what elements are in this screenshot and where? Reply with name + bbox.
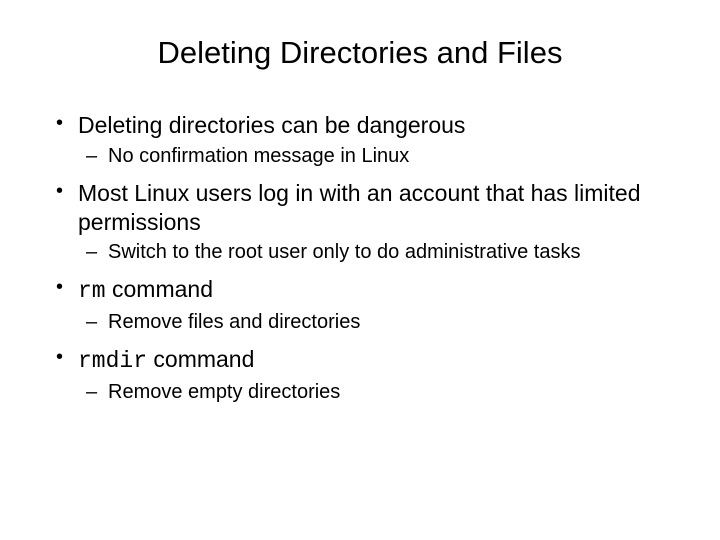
bullet-text: command [106, 276, 213, 302]
sub-bullet-text: Remove empty directories [108, 381, 340, 403]
sub-list: Remove empty directories [78, 380, 670, 405]
bullet-item: rm command Remove files and directories [50, 275, 670, 335]
sub-bullet-item: Remove files and directories [78, 310, 670, 335]
bullet-item: rmdir command Remove empty directories [50, 345, 670, 405]
bullet-item: Most Linux users log in with an account … [50, 179, 670, 266]
sub-bullet-item: No confirmation message in Linux [78, 144, 670, 169]
bullet-text: command [147, 346, 254, 372]
sub-list: No confirmation message in Linux [78, 144, 670, 169]
bullet-item: Deleting directories can be dangerous No… [50, 111, 670, 169]
slide: Deleting Directories and Files Deleting … [0, 0, 720, 540]
code-text: rm [78, 278, 106, 304]
bullet-text: Most Linux users log in with an account … [78, 180, 641, 235]
bullet-text: Deleting directories can be dangerous [78, 112, 465, 138]
code-text: rmdir [78, 348, 147, 374]
sub-bullet-text: No confirmation message in Linux [108, 145, 409, 167]
sub-list: Switch to the root user only to do admin… [78, 240, 670, 265]
sub-bullet-item: Remove empty directories [78, 380, 670, 405]
sub-list: Remove files and directories [78, 310, 670, 335]
sub-bullet-text: Remove files and directories [108, 311, 360, 333]
sub-bullet-text: Switch to the root user only to do admin… [108, 241, 580, 263]
sub-bullet-item: Switch to the root user only to do admin… [78, 240, 670, 265]
bullet-list: Deleting directories can be dangerous No… [50, 111, 670, 405]
slide-title: Deleting Directories and Files [50, 35, 670, 71]
